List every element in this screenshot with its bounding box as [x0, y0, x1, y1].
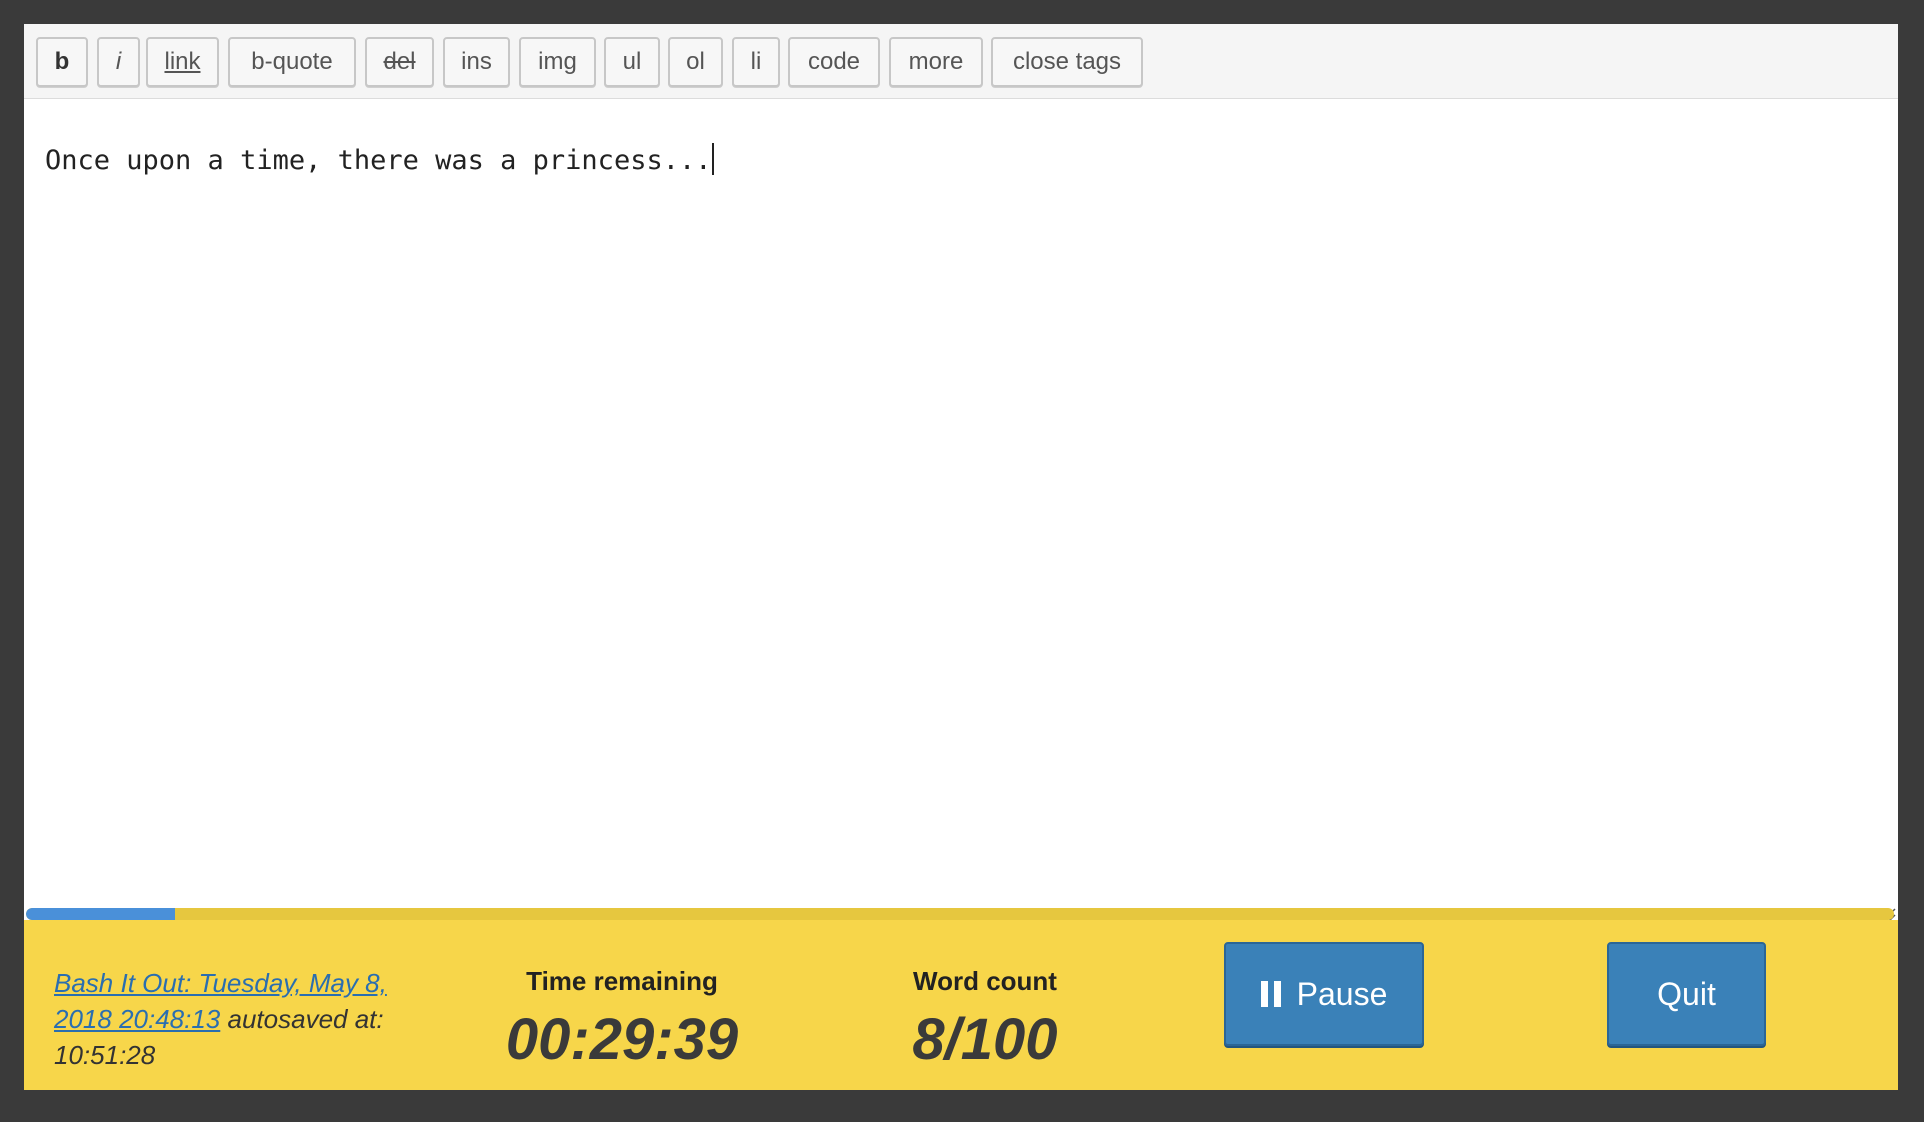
editor-content: Once upon a time, there was a princess..…: [45, 143, 715, 176]
blockquote-button[interactable]: b-quote: [228, 37, 356, 87]
autosaved-label: autosaved at:: [220, 1004, 384, 1034]
word-count-value: 8/100: [912, 1007, 1058, 1072]
ul-button[interactable]: ul: [604, 37, 660, 87]
status-bar: Bash It Out: Tuesday, May 8, 2018 20:48:…: [24, 920, 1898, 1090]
progress-bar-fill: [26, 908, 176, 920]
italic-button[interactable]: i: [97, 37, 140, 87]
autosave-status: Bash It Out: Tuesday, May 8, 2018 20:48:…: [54, 965, 424, 1073]
pause-icon: [1260, 981, 1281, 1007]
ol-button[interactable]: ol: [668, 37, 723, 87]
quit-button[interactable]: Quit: [1607, 942, 1766, 1046]
del-button[interactable]: del: [365, 37, 434, 87]
more-button[interactable]: more: [889, 37, 983, 87]
autosaved-time: 10:51:28: [54, 1040, 156, 1070]
quicktags-toolbar: b i link b-quote del ins img ul ol li co…: [24, 24, 1898, 99]
pause-button[interactable]: Pause: [1224, 942, 1424, 1046]
code-button[interactable]: code: [788, 37, 880, 87]
word-count-label: Word count: [913, 966, 1057, 996]
img-button[interactable]: img: [519, 37, 596, 87]
time-remaining-value: 00:29:39: [505, 1007, 739, 1072]
ins-button[interactable]: ins: [443, 37, 510, 87]
close-tags-button[interactable]: close tags: [991, 37, 1143, 87]
bold-button[interactable]: b: [36, 37, 88, 87]
progress-bar: [26, 908, 1894, 920]
text-caret: [712, 143, 715, 175]
time-remaining-label: Time remaining: [526, 966, 718, 996]
link-button[interactable]: link: [146, 37, 219, 87]
text-editor[interactable]: Once upon a time, there was a princess..…: [24, 99, 1898, 925]
writing-app-window: b i link b-quote del ins img ul ol li co…: [24, 24, 1898, 1090]
li-button[interactable]: li: [732, 37, 780, 87]
pause-button-label: Pause: [1296, 975, 1388, 1012]
quit-button-label: Quit: [1657, 975, 1716, 1012]
